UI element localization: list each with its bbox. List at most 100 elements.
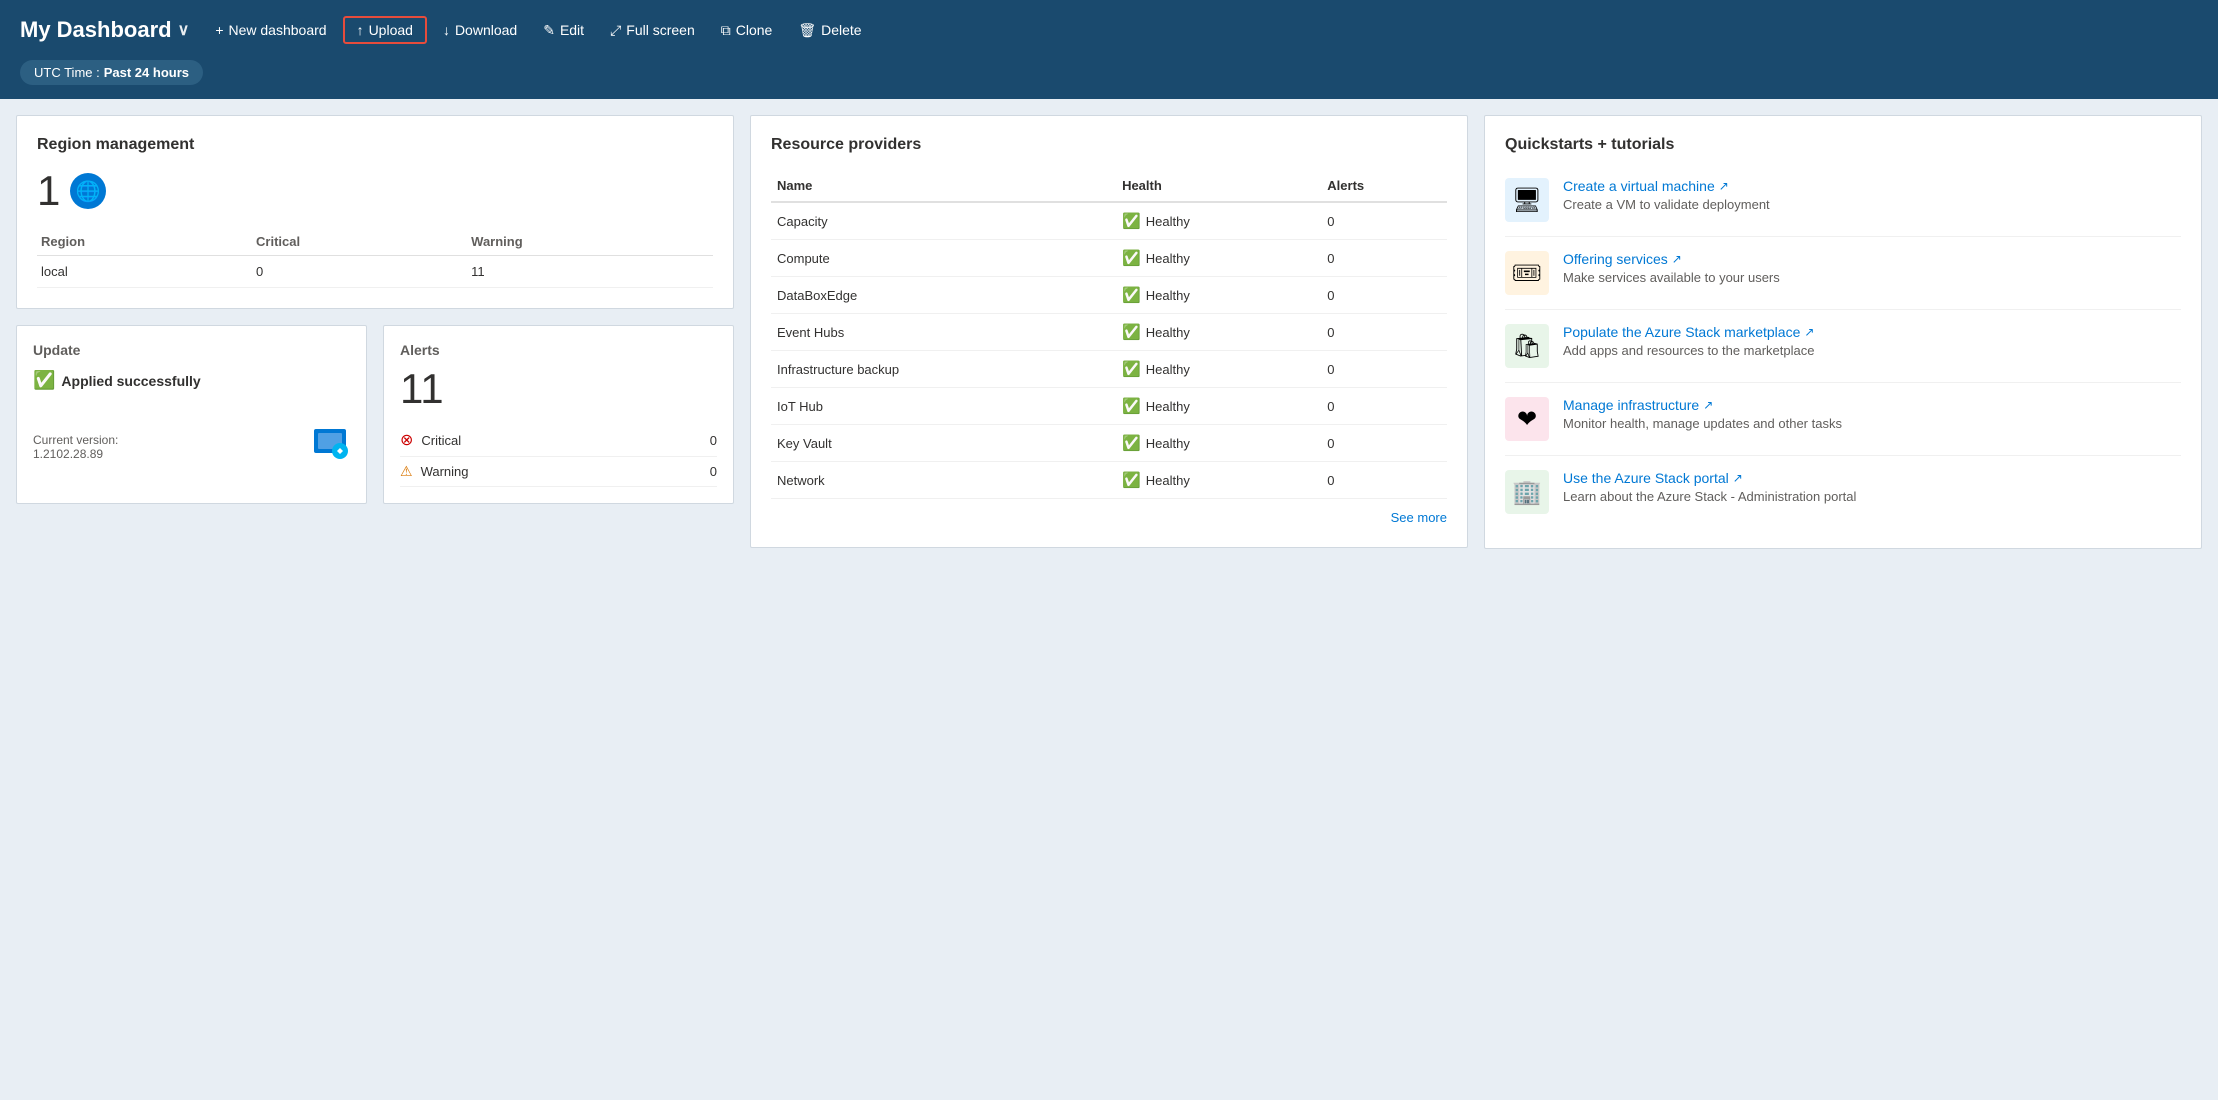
rp-alerts-cell: 0 <box>1321 277 1447 314</box>
warning-label: Warning <box>421 464 469 479</box>
rp-health-cell: ✅ Healthy <box>1116 314 1321 351</box>
quickstart-icon-manage-infra: ❤ <box>1505 397 1549 441</box>
new-dashboard-button[interactable]: + New dashboard <box>205 18 336 42</box>
upload-icon: ↑ <box>357 22 364 38</box>
rp-alerts-cell: 0 <box>1321 240 1447 277</box>
alerts-title: Alerts <box>400 342 717 358</box>
warning-count: 0 <box>710 464 717 479</box>
quickstart-item-create-vm[interactable]: 🖥 Create a virtual machine ↗ Create a VM… <box>1505 170 2181 237</box>
rp-alerts-cell: 0 <box>1321 425 1447 462</box>
delete-button[interactable]: 🗑 Delete <box>788 18 871 43</box>
top-bar: My Dashboard ∨ + New dashboard ↑ Upload … <box>0 0 2218 60</box>
error-icon: ⊗ <box>400 430 413 450</box>
update-status-text: Applied successfully <box>61 373 200 389</box>
rp-name-cell: Network <box>771 462 1116 499</box>
rp-name-cell: Key Vault <box>771 425 1116 462</box>
health-check-icon: ✅ <box>1122 360 1141 378</box>
table-row: local 0 11 <box>37 256 713 288</box>
rp-health-cell: ✅ Healthy <box>1116 202 1321 240</box>
plus-icon: + <box>215 22 223 38</box>
rp-alerts-cell: 0 <box>1321 462 1447 499</box>
see-more[interactable]: See more <box>771 509 1447 527</box>
rp-name-cell: Event Hubs <box>771 314 1116 351</box>
quickstart-desc-create-vm: Create a VM to validate deployment <box>1563 197 1770 212</box>
critical-col-header: Critical <box>252 228 467 256</box>
table-row: DataBoxEdge ✅ Healthy 0 <box>771 277 1447 314</box>
resource-providers-card: Resource providers Name Health Alerts Ca… <box>750 115 1468 548</box>
rp-health-cell: ✅ Healthy <box>1116 425 1321 462</box>
upload-button[interactable]: ↑ Upload <box>343 16 427 44</box>
see-more-link[interactable]: See more <box>1391 510 1447 525</box>
external-link-icon: ↗ <box>1804 325 1814 339</box>
quickstart-link-azure-portal[interactable]: Use the Azure Stack portal ↗ <box>1563 470 1856 486</box>
quickstart-desc-azure-portal: Learn about the Azure Stack - Administra… <box>1563 489 1856 504</box>
quickstart-text-offering-services: Offering services ↗ Make services availa… <box>1563 251 1780 285</box>
utc-label: UTC Time : <box>34 65 100 80</box>
quickstart-item-marketplace[interactable]: 🛍 Populate the Azure Stack marketplace ↗… <box>1505 310 2181 383</box>
quickstart-item-manage-infra[interactable]: ❤ Manage infrastructure ↗ Monitor health… <box>1505 383 2181 456</box>
quickstart-link-create-vm[interactable]: Create a virtual machine ↗ <box>1563 178 1770 194</box>
region-management-card: Region management 1 🌐 Region Critical Wa… <box>16 115 734 309</box>
title-text: My Dashboard <box>20 17 172 43</box>
quickstart-item-azure-portal[interactable]: 🏢 Use the Azure Stack portal ↗ Learn abo… <box>1505 456 2181 528</box>
edit-button[interactable]: ✎ Edit <box>533 18 594 43</box>
rp-alerts-cell: 0 <box>1321 351 1447 388</box>
table-row: Infrastructure backup ✅ Healthy 0 <box>771 351 1447 388</box>
rp-name-cell: Capacity <box>771 202 1116 240</box>
quickstart-link-offering-services[interactable]: Offering services ↗ <box>1563 251 1780 267</box>
rp-alerts-header: Alerts <box>1321 170 1447 202</box>
quickstart-text-marketplace: Populate the Azure Stack marketplace ↗ A… <box>1563 324 1814 358</box>
rp-name-cell: IoT Hub <box>771 388 1116 425</box>
health-check-icon: ✅ <box>1122 286 1141 304</box>
download-icon: ↓ <box>443 22 450 38</box>
sub-cards-row: Update ✅ Applied successfully Current ve… <box>16 325 734 504</box>
rp-name-cell: Infrastructure backup <box>771 351 1116 388</box>
rp-health-cell: ✅ Healthy <box>1116 388 1321 425</box>
region-cell: local <box>37 256 252 288</box>
quickstart-item-offering-services[interactable]: 🎟 Offering services ↗ Make services avai… <box>1505 237 2181 310</box>
warning-icon: ⚠ <box>400 463 413 480</box>
region-count: 1 🌐 <box>37 170 713 212</box>
rp-alerts-cell: 0 <box>1321 314 1447 351</box>
alerts-card: Alerts 11 ⊗ Critical 0 ⚠ Warning 0 <box>383 325 734 504</box>
rp-alerts-cell: 0 <box>1321 388 1447 425</box>
left-column: Region management 1 🌐 Region Critical Wa… <box>16 115 734 504</box>
quickstarts-title: Quickstarts + tutorials <box>1505 136 2181 154</box>
warning-cell: 11 <box>467 256 713 288</box>
quickstart-text-create-vm: Create a virtual machine ↗ Create a VM t… <box>1563 178 1770 212</box>
rp-health-cell: ✅ Healthy <box>1116 277 1321 314</box>
quickstart-link-marketplace[interactable]: Populate the Azure Stack marketplace ↗ <box>1563 324 1814 340</box>
dashboard-title[interactable]: My Dashboard ∨ <box>20 17 189 43</box>
warning-alert-row: ⚠ Warning 0 <box>400 457 717 487</box>
table-row: Network ✅ Healthy 0 <box>771 462 1447 499</box>
external-link-icon: ↗ <box>1719 179 1729 193</box>
download-button[interactable]: ↓ Download <box>433 18 527 42</box>
utc-badge[interactable]: UTC Time : Past 24 hours <box>20 60 203 85</box>
table-row: Capacity ✅ Healthy 0 <box>771 202 1447 240</box>
critical-cell: 0 <box>252 256 467 288</box>
rp-name-cell: DataBoxEdge <box>771 277 1116 314</box>
version-info: Current version: 1.2102.28.89 <box>33 433 118 461</box>
fullscreen-button[interactable]: ⤢ Full screen <box>600 18 705 43</box>
quickstart-text-manage-infra: Manage infrastructure ↗ Monitor health, … <box>1563 397 1842 431</box>
version-label: Current version: <box>33 433 118 447</box>
quickstart-link-manage-infra[interactable]: Manage infrastructure ↗ <box>1563 397 1842 413</box>
quickstart-icon-azure-portal: 🏢 <box>1505 470 1549 514</box>
external-link-icon: ↗ <box>1703 398 1713 412</box>
version-row: Current version: 1.2102.28.89 <box>33 421 350 461</box>
chevron-down-icon: ∨ <box>178 20 190 40</box>
health-check-icon: ✅ <box>1122 249 1141 267</box>
rp-health-cell: ✅ Healthy <box>1116 462 1321 499</box>
region-management-title: Region management <box>37 136 713 154</box>
rp-health-header: Health <box>1116 170 1321 202</box>
resource-providers-table: Name Health Alerts Capacity ✅ Healthy 0 … <box>771 170 1447 499</box>
fullscreen-icon: ⤢ <box>610 22 621 39</box>
health-check-icon: ✅ <box>1122 212 1141 230</box>
alerts-count: 11 <box>400 366 717 412</box>
rp-name-cell: Compute <box>771 240 1116 277</box>
warning-col-header: Warning <box>467 228 713 256</box>
quickstart-desc-manage-infra: Monitor health, manage updates and other… <box>1563 416 1842 431</box>
quickstarts-list: 🖥 Create a virtual machine ↗ Create a VM… <box>1505 170 2181 528</box>
health-check-icon: ✅ <box>1122 323 1141 341</box>
clone-button[interactable]: ⧉ Clone <box>711 18 783 43</box>
